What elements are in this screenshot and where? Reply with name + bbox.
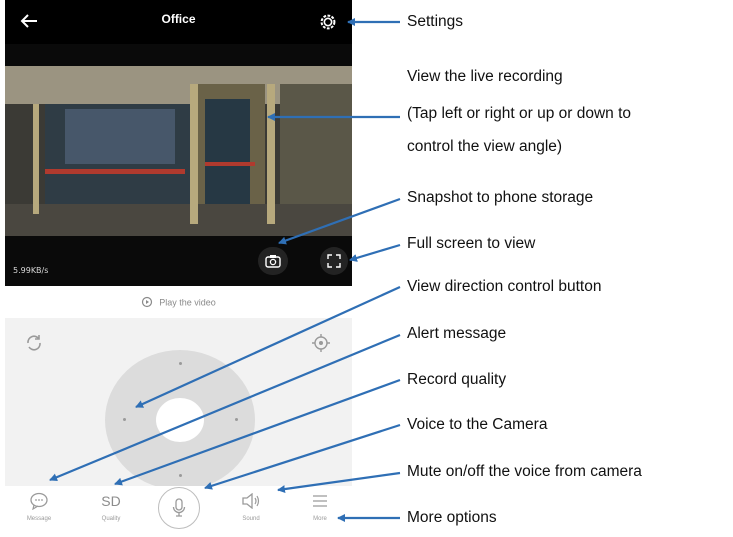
- live-view-annotation-line1: View the live recording: [407, 68, 563, 85]
- mute-annotation: Mute on/off the voice from camera: [407, 463, 642, 480]
- direction-annotation: View direction control button: [407, 278, 602, 295]
- settings-annotation: Settings: [407, 13, 464, 30]
- snapshot-annotation: Snapshot to phone storage: [407, 189, 594, 206]
- voice-arrow: [204, 423, 401, 490]
- live-view-annotation-line3: control the view angle): [407, 138, 563, 155]
- quality-arrow: [114, 378, 401, 486]
- fullscreen-annotation: Full screen to view: [407, 235, 536, 252]
- mute-arrow: [277, 471, 401, 493]
- voice-annotation: Voice to the Camera: [407, 416, 548, 433]
- fullscreen-arrow: [349, 243, 401, 262]
- alert-annotation: Alert message: [407, 325, 507, 342]
- quality-annotation: Record quality: [407, 371, 507, 388]
- more-options-annotation: More options: [407, 509, 497, 526]
- snapshot-arrow: [278, 197, 401, 245]
- live-view-annotation-line2: (Tap left or right or up or down to: [407, 105, 632, 122]
- alert-arrow: [49, 333, 401, 482]
- annotation-arrows: [49, 18, 401, 522]
